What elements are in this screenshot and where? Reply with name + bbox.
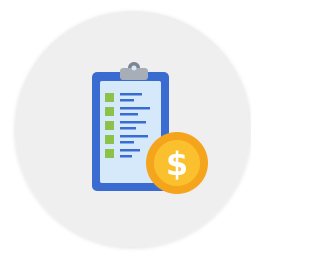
dollar-coin-icon: $ [146, 132, 208, 194]
clipboard-invoice-dollar-icon: $ [15, 11, 251, 247]
dollar-symbol: $ [166, 145, 188, 183]
app-icon-tile: $ [0, 0, 251, 256]
